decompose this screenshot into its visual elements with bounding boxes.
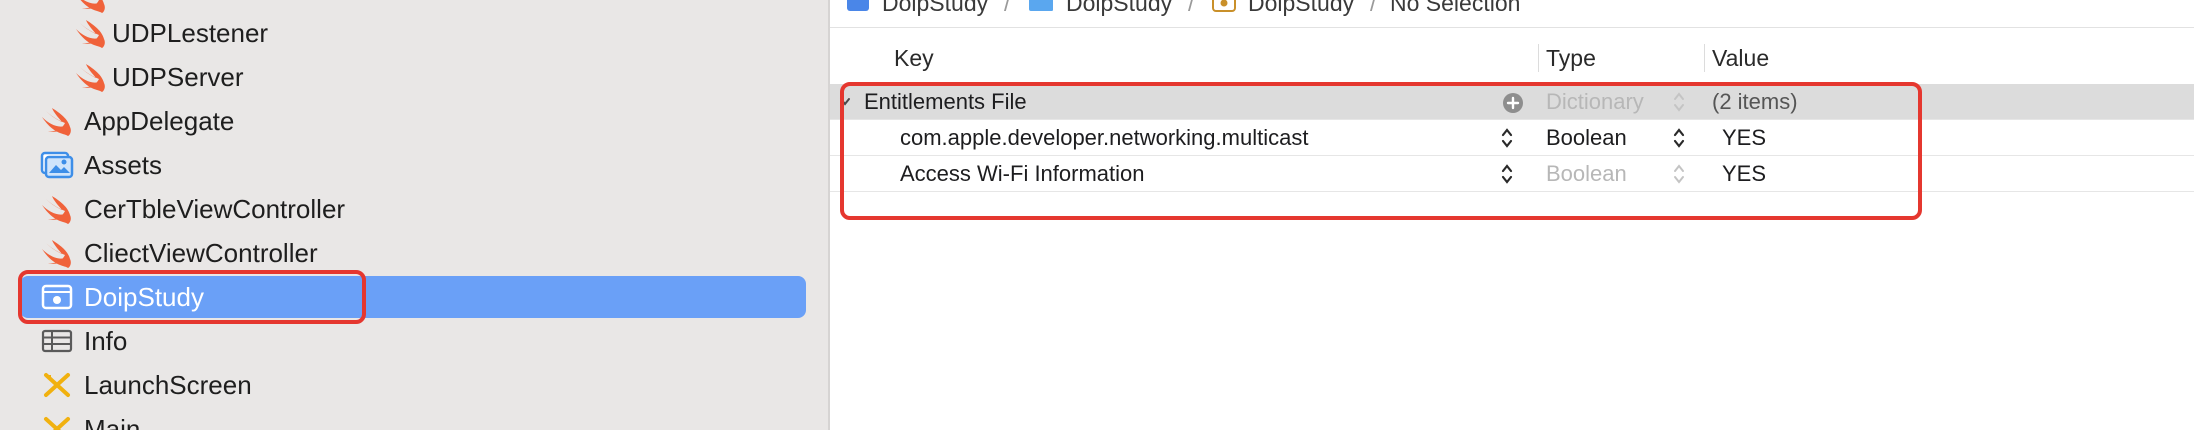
project-icon[interactable] (846, 0, 870, 12)
key-stepper-icon[interactable] (1500, 125, 1514, 151)
row-key[interactable]: Entitlements File (864, 88, 1027, 116)
swift-icon (42, 108, 71, 136)
navigator-item-assets[interactable]: Assets (20, 144, 806, 186)
column-header-type[interactable]: Type (1546, 44, 1596, 72)
navigator-item-udplestener[interactable]: UDPLestener (20, 12, 806, 54)
swift-icon (42, 240, 71, 268)
breadcrumb-separator: / (1004, 0, 1011, 16)
type-stepper-icon[interactable] (1672, 89, 1686, 115)
entitlements-icon (41, 284, 73, 310)
row-value[interactable]: YES (1722, 160, 1766, 188)
navigator-item-label: Main (84, 414, 141, 430)
project-navigator: UDPLestener UDPServer AppDelegate Assets… (0, 0, 828, 430)
column-divider[interactable] (1704, 44, 1705, 72)
type-stepper-icon[interactable] (1672, 125, 1686, 151)
breadcrumb-separator: / (1188, 0, 1195, 16)
swift-icon (76, 20, 105, 48)
navigator-item-label: LaunchScreen (84, 370, 252, 400)
table-header: Key Type Value (830, 40, 2194, 76)
column-header-key[interactable]: Key (894, 44, 934, 72)
navigator-item-launchscreen[interactable]: LaunchScreen (20, 364, 806, 406)
entitlements-icon[interactable] (1212, 0, 1236, 12)
navigator-item-udpserver[interactable]: UDPServer (20, 56, 806, 98)
row-type[interactable]: Dictionary (1546, 88, 1644, 116)
folder-icon[interactable] (1028, 0, 1054, 12)
storyboard-icon (44, 417, 70, 430)
table-row[interactable]: com.apple.developer.networking.multicast… (830, 120, 2194, 156)
navigator-item-label: UDPServer (112, 62, 244, 92)
navigator-item-info[interactable]: Info (20, 320, 806, 362)
navigator-item-label: Info (84, 326, 128, 356)
breadcrumb-group[interactable]: DoipStudy (1066, 0, 1172, 16)
key-stepper-icon[interactable] (1500, 161, 1514, 187)
navigator-item-label: DoipStudy (84, 282, 204, 312)
swift-icon (42, 196, 71, 224)
row-type[interactable]: Boolean (1546, 124, 1627, 152)
storyboard-icon (44, 373, 70, 397)
navigator-item-label: AppDelegate (84, 106, 235, 136)
asset-catalog-icon (40, 151, 74, 179)
breadcrumb-separator: / (1370, 0, 1377, 16)
breadcrumb-selection[interactable]: No Selection (1390, 0, 1520, 16)
row-value[interactable]: YES (1722, 124, 1766, 152)
add-item-icon[interactable] (1502, 92, 1524, 114)
disclosure-chevron-down-icon[interactable] (838, 94, 852, 110)
table-row-root[interactable]: Entitlements File Dictionary (2 items) (830, 84, 2194, 120)
navigator-item-label: CliectViewController (84, 238, 318, 268)
navigator-item-doipstudy[interactable]: DoipStudy (20, 276, 806, 318)
swift-icon (76, 64, 105, 92)
jump-bar: DoipStudy / DoipStudy / DoipStudy / No S… (830, 0, 2194, 28)
navigator-item-label: CerTbleViewController (84, 194, 346, 224)
navigator-item-label: Assets (84, 150, 163, 180)
navigator-item-appdelegate[interactable]: AppDelegate (20, 100, 806, 142)
entitlements-editor: DoipStudy / DoipStudy / DoipStudy / No S… (830, 0, 2194, 430)
type-stepper-icon[interactable] (1672, 161, 1686, 187)
breadcrumb-project[interactable]: DoipStudy (882, 0, 988, 16)
table-row[interactable]: Access Wi-Fi Information Boolean YES (830, 156, 2194, 192)
column-divider[interactable] (1538, 44, 1539, 72)
row-value[interactable]: (2 items) (1712, 88, 1798, 116)
navigator-item-label: UDPLestener (112, 18, 269, 48)
column-header-value[interactable]: Value (1712, 44, 1769, 72)
row-type[interactable]: Boolean (1546, 160, 1627, 188)
navigator-item-certbleviewcontroller[interactable]: CerTbleViewController (20, 188, 806, 230)
plist-table-icon (41, 329, 73, 353)
navigator-item-main[interactable]: Main (20, 408, 806, 430)
breadcrumb-file[interactable]: DoipStudy (1248, 0, 1354, 16)
row-key[interactable]: com.apple.developer.networking.multicast (900, 124, 1308, 152)
row-key[interactable]: Access Wi-Fi Information (900, 160, 1145, 188)
navigator-item-cliectviewcontroller[interactable]: CliectViewController (20, 232, 806, 274)
